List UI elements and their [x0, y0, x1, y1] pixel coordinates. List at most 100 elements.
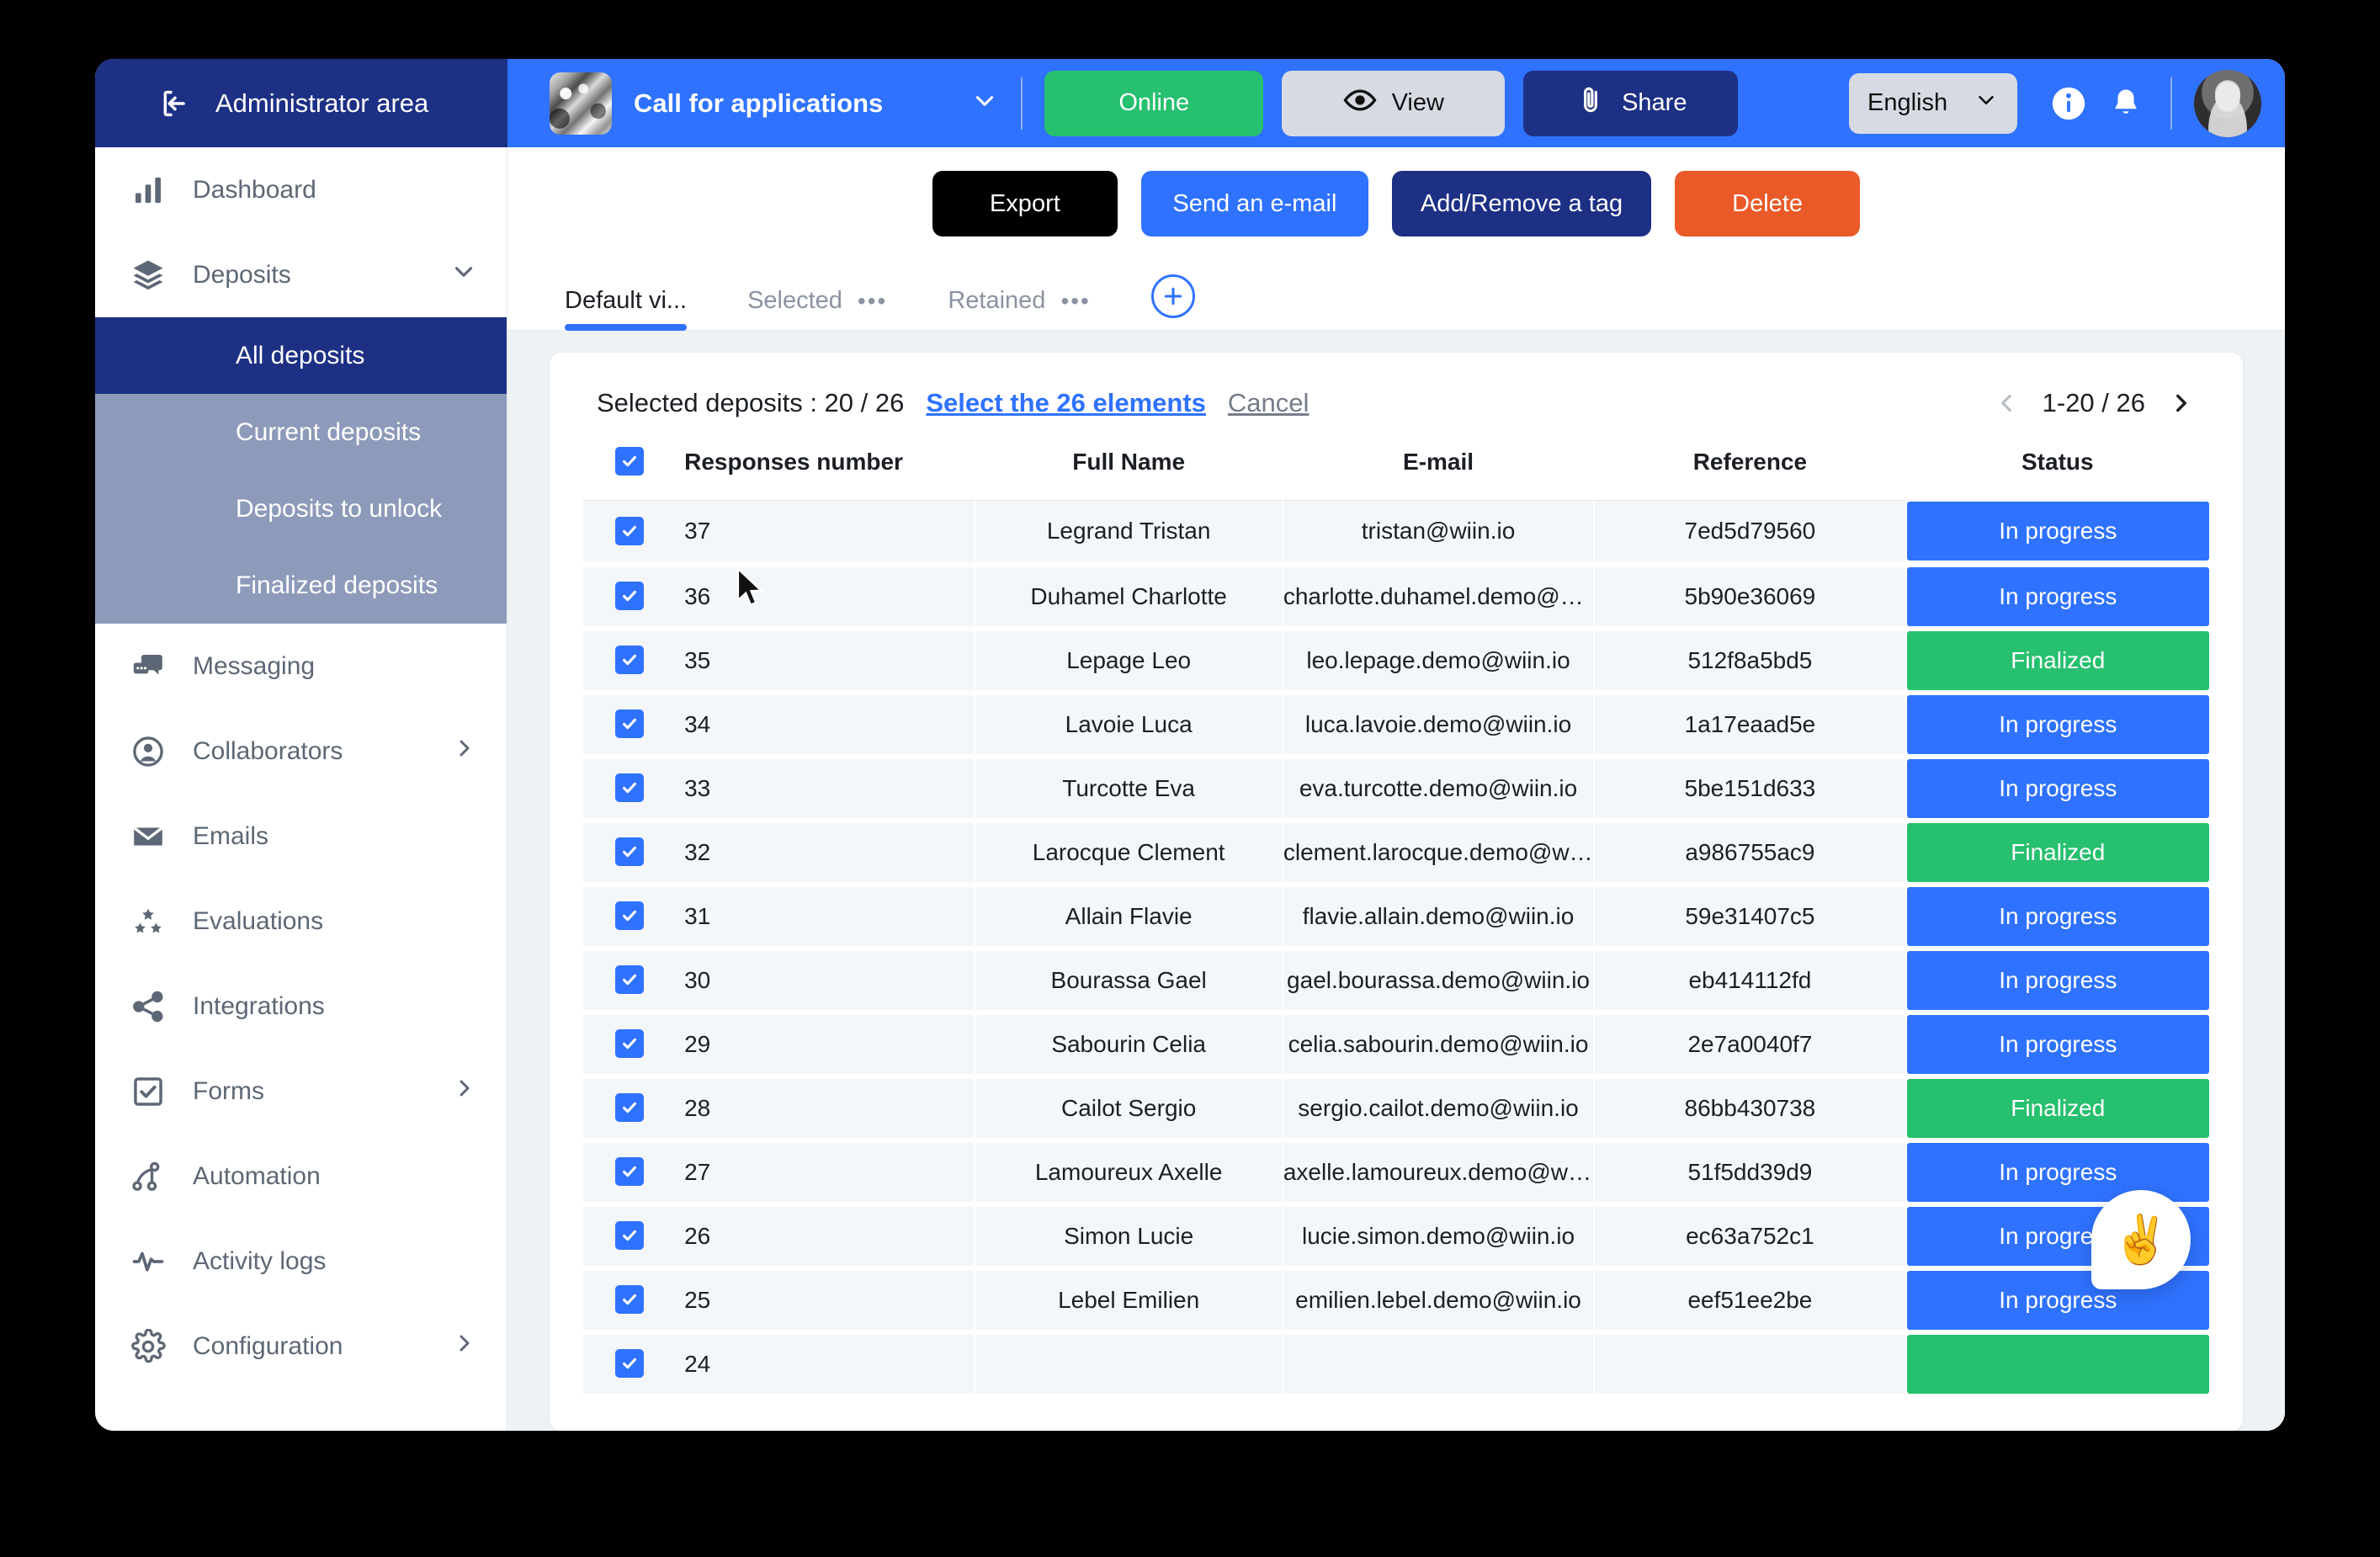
- table-row[interactable]: 33 Turcotte Eva eva.turcotte.demo@wiin.io 5…: [583, 756, 2209, 823]
- add-view-button[interactable]: [1150, 274, 1195, 318]
- project-selector[interactable]: Call for applications: [531, 72, 999, 135]
- tab-retained[interactable]: Retained •••: [948, 287, 1091, 330]
- sidebar-item-automation[interactable]: Automation: [95, 1134, 507, 1219]
- info-icon[interactable]: [2046, 81, 2091, 126]
- row-checkbox[interactable]: [615, 582, 645, 610]
- row-email: luca.lavoie.demo@wiin.io: [1282, 692, 1596, 759]
- row-full-name: Simon Lucie: [975, 1204, 1283, 1271]
- row-full-name: Allain Flavie: [975, 884, 1283, 951]
- tab-menu-icon[interactable]: •••: [858, 288, 887, 315]
- sidebar-item-finalized-deposits[interactable]: Finalized deposits: [95, 547, 507, 624]
- export-button[interactable]: Export: [932, 171, 1118, 236]
- row-checkbox[interactable]: [615, 901, 645, 930]
- row-status-cell: In progress: [1905, 1012, 2209, 1079]
- add-remove-tag-button[interactable]: Add/Remove a tag: [1391, 171, 1652, 236]
- administrator-area-button[interactable]: Administrator area: [95, 59, 507, 147]
- column-header-reference[interactable]: Reference: [1594, 447, 1906, 501]
- chevron-right-icon[interactable]: [451, 1330, 478, 1363]
- table-row[interactable]: 37 Legrand Tristan tristan@wiin.io 7ed5d795…: [583, 500, 2209, 567]
- sidebar-item-deposits[interactable]: Deposits: [95, 232, 507, 317]
- sidebar-item-collaborators[interactable]: Collaborators: [95, 709, 507, 794]
- tab-menu-icon[interactable]: •••: [1060, 288, 1090, 315]
- chevron-right-icon[interactable]: [451, 735, 478, 768]
- chevron-down-icon[interactable]: [449, 258, 478, 293]
- feedback-fab-button[interactable]: ✌️: [2091, 1190, 2191, 1289]
- row-reference: eb414112fd: [1594, 948, 1907, 1015]
- select-all-link[interactable]: Select the 26 elements: [926, 388, 1206, 418]
- sidebar-item-label: Integrations: [193, 991, 325, 1020]
- sidebar-item-activity-logs[interactable]: Activity logs: [95, 1219, 507, 1304]
- column-header-responses-number[interactable]: Responses number: [676, 447, 975, 501]
- table-row[interactable]: 28 Cailot Sergio sergio.cailot.demo@wiin.i…: [583, 1076, 2209, 1143]
- delete-button[interactable]: Delete: [1675, 171, 1861, 236]
- sidebar-item-dashboard[interactable]: Dashboard: [95, 147, 507, 232]
- column-header-full-name[interactable]: Full Name: [975, 447, 1283, 501]
- table-row[interactable]: 34 Lavoie Luca luca.lavoie.demo@wiin.io 1a1…: [583, 692, 2209, 759]
- sidebar-item-label: Forms: [193, 1076, 264, 1105]
- table-row[interactable]: 35 Lepage Leo leo.lepage.demo@wiin.io 512f8…: [583, 628, 2209, 695]
- chevron-left-icon[interactable]: [1992, 389, 2021, 417]
- row-checkbox[interactable]: [615, 709, 645, 738]
- row-responses-number: 28: [676, 1076, 976, 1143]
- avatar[interactable]: [2194, 69, 2261, 137]
- table-row[interactable]: 31 Allain Flavie flavie.allain.demo@wiin.i…: [583, 884, 2209, 951]
- row-checkbox[interactable]: [615, 646, 645, 674]
- sidebar-item-current-deposits[interactable]: Current deposits: [95, 394, 507, 470]
- eye-icon: [1343, 83, 1377, 124]
- row-email: gael.bourassa.demo@wiin.io: [1282, 948, 1596, 1015]
- view-label: View: [1391, 89, 1444, 116]
- row-full-name: Lebel Emilien: [975, 1267, 1283, 1335]
- table-row[interactable]: 32 Larocque Clement clement.larocque.demo@…: [583, 820, 2209, 887]
- row-checkbox[interactable]: [615, 1285, 645, 1314]
- row-reference: 5be151d633: [1594, 756, 1907, 823]
- table-row[interactable]: 29 Sabourin Celia celia.sabourin.demo@wiin…: [583, 1012, 2209, 1079]
- row-checkbox-cell: [583, 1331, 677, 1399]
- row-reference: ec63a752c1: [1594, 1204, 1907, 1271]
- row-checkbox[interactable]: [615, 1157, 645, 1186]
- sidebar-item-integrations[interactable]: Integrations: [95, 964, 507, 1049]
- chevron-down-icon[interactable]: [970, 87, 999, 120]
- view-button[interactable]: View: [1282, 70, 1506, 136]
- row-reference: a986755ac9: [1594, 820, 1907, 887]
- table-row[interactable]: 26 Simon Lucie lucie.simon.demo@wiin.io ec6…: [583, 1204, 2209, 1271]
- row-checkbox[interactable]: [615, 773, 645, 802]
- row-checkbox[interactable]: [615, 1029, 645, 1058]
- sidebar-item-configuration[interactable]: Configuration: [95, 1304, 507, 1389]
- send-email-button[interactable]: Send an e-mail: [1140, 171, 1368, 236]
- online-button[interactable]: Online: [1044, 70, 1264, 136]
- deposits-submenu: All deposits Current deposits Deposits t…: [95, 317, 507, 624]
- sidebar-item-deposits-to-unlock[interactable]: Deposits to unlock: [95, 470, 507, 547]
- row-checkbox[interactable]: [615, 1349, 645, 1378]
- row-status-cell: In progress: [1905, 948, 2209, 1015]
- sidebar-item-forms[interactable]: Forms: [95, 1049, 507, 1134]
- row-checkbox[interactable]: [615, 516, 645, 545]
- table-row[interactable]: 25 Lebel Emilien emilien.lebel.demo@wiin.i…: [583, 1267, 2209, 1335]
- bell-icon[interactable]: [2103, 81, 2149, 126]
- row-responses-number: 32: [676, 820, 976, 887]
- row-checkbox[interactable]: [615, 837, 645, 866]
- chevron-right-icon[interactable]: [2167, 389, 2196, 417]
- sidebar-item-emails[interactable]: Emails: [95, 794, 507, 879]
- table-row[interactable]: 24: [583, 1331, 2209, 1399]
- table-row[interactable]: 27 Lamoureux Axelle axelle.lamoureux.demo@…: [583, 1140, 2209, 1207]
- cancel-selection-link[interactable]: Cancel: [1228, 388, 1310, 418]
- row-checkbox[interactable]: [615, 1221, 645, 1250]
- language-select[interactable]: English: [1849, 72, 2017, 134]
- chat-icon: [129, 649, 167, 684]
- chevron-right-icon[interactable]: [451, 1075, 478, 1108]
- column-header-status[interactable]: Status: [1905, 447, 2209, 501]
- tab-default-view[interactable]: Default vi...: [565, 287, 688, 331]
- sidebar-item-evaluations[interactable]: Evaluations: [95, 879, 507, 964]
- row-full-name: Legrand Tristan: [975, 500, 1283, 567]
- select-all-checkbox[interactable]: [615, 447, 645, 476]
- column-header-email[interactable]: E-mail: [1282, 447, 1595, 501]
- row-checkbox[interactable]: [615, 1093, 645, 1122]
- sidebar-item-messaging[interactable]: Messaging: [95, 624, 507, 709]
- sidebar-item-all-deposits[interactable]: All deposits: [95, 317, 507, 394]
- row-checkbox[interactable]: [615, 965, 645, 994]
- share-button[interactable]: Share: [1523, 70, 1739, 136]
- table-row[interactable]: 36 Duhamel Charlotte charlotte.duhamel.dem…: [583, 564, 2209, 631]
- tab-selected[interactable]: Selected •••: [747, 287, 887, 330]
- table-row[interactable]: 30 Bourassa Gael gael.bourassa.demo@wiin.i…: [583, 948, 2209, 1015]
- row-checkbox-cell: [583, 500, 677, 567]
